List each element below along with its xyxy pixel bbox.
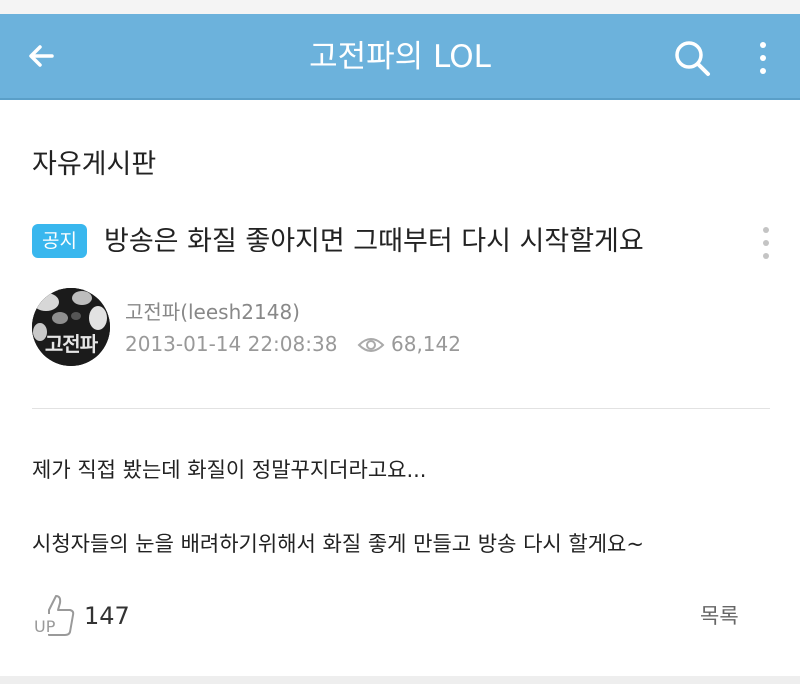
post-page: 고전파의 LOL 자유게시판 공지 방송은 화질 좋아지면 그때부터 다시 시작…	[0, 0, 800, 684]
board-title: 자유게시판	[32, 149, 157, 180]
post-title-row: 공지 방송은 화질 좋아지면 그때부터 다시 시작할게요	[32, 222, 772, 262]
back-button[interactable]	[22, 36, 62, 76]
thumbs-up-icon: UP	[33, 595, 75, 636]
avatar-text: 고전파	[44, 332, 98, 356]
like-button[interactable]: UP 147	[30, 590, 140, 642]
more-vertical-icon	[760, 42, 766, 74]
header-title: 고전파의 LOL	[309, 39, 491, 75]
app-header: 고전파의 LOL	[0, 14, 800, 100]
author-info: 고전파 고전파(leesh2148) 2013-01-14 22:08:38 6…	[32, 288, 772, 368]
post-date: 2013-01-14 22:08:38	[125, 332, 338, 356]
notice-badge: 공지	[32, 224, 87, 258]
list-button[interactable]: 목록	[700, 600, 739, 630]
more-vertical-icon	[763, 227, 769, 259]
view-count: 68,142	[391, 332, 461, 356]
author-name[interactable]: 고전파(leesh2148)	[125, 296, 300, 325]
eye-icon	[357, 338, 385, 352]
post-title: 방송은 화질 좋아지면 그때부터 다시 시작할게요	[104, 226, 644, 257]
more-menu-button[interactable]	[748, 36, 778, 80]
search-icon	[675, 41, 710, 76]
bottom-edge	[0, 676, 800, 684]
divider	[32, 408, 770, 409]
arrow-left-icon	[29, 45, 54, 67]
post-more-button[interactable]	[757, 224, 775, 262]
svg-text:UP: UP	[34, 617, 56, 636]
like-count: 147	[84, 602, 130, 630]
post-body-line: 제가 직접 봤는데 화질이 정말꾸지더라고요...	[32, 458, 427, 482]
search-button[interactable]	[670, 36, 714, 80]
post-body-line: 시청자들의 눈을 배려하기위해서 화질 좋게 만들고 방송 다시 할게요~	[32, 532, 644, 556]
avatar[interactable]: 고전파	[32, 288, 110, 366]
status-strip	[0, 0, 800, 14]
